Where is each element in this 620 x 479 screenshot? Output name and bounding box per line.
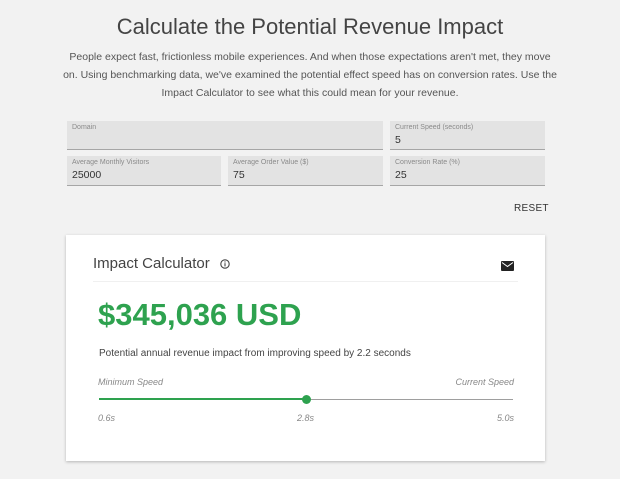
- slider-max-value: 5.0s: [496, 413, 514, 423]
- current-speed-label: Current Speed (seconds): [395, 124, 474, 131]
- mail-icon[interactable]: [501, 261, 514, 271]
- speed-slider-handle[interactable]: [301, 395, 311, 404]
- info-icon[interactable]: [220, 259, 230, 269]
- slider-current-value: 2.8s: [297, 413, 315, 423]
- revenue-amount: $345,036 USD: [98, 297, 302, 332]
- card-divider: [93, 281, 518, 282]
- monthly-visitors-label: Average Monthly Visitors: [72, 159, 150, 166]
- speed-slider-fill: [99, 398, 306, 400]
- order-value-field[interactable]: Average Order Value ($) 75: [228, 156, 383, 186]
- monthly-visitors-value: 25000: [72, 169, 102, 181]
- conversion-rate-field[interactable]: Conversion Rate (%) 25: [390, 156, 545, 186]
- domain-field[interactable]: Domain: [67, 121, 383, 150]
- impact-description: Potential annual revenue impact from imp…: [99, 348, 411, 359]
- impact-calculator-card: Impact Calculator $345,036 USD Potential…: [66, 235, 545, 461]
- current-speed-field[interactable]: Current Speed (seconds) 5: [390, 121, 545, 150]
- reset-button[interactable]: RESET: [514, 203, 549, 214]
- conversion-rate-label: Conversion Rate (%): [395, 159, 460, 166]
- intro-text: People expect fast, frictionless mobile …: [63, 51, 557, 99]
- domain-label: Domain: [72, 124, 97, 131]
- card-title: Impact Calculator: [93, 255, 210, 272]
- conversion-rate-value: 25: [395, 169, 407, 181]
- order-value-value: 75: [233, 169, 245, 181]
- current-speed-value: 5: [395, 134, 401, 146]
- monthly-visitors-field[interactable]: Average Monthly Visitors 25000: [67, 156, 221, 186]
- order-value-label: Average Order Value ($): [233, 159, 309, 166]
- minimum-speed-label: Minimum Speed: [98, 377, 164, 387]
- current-speed-slider-label: Current Speed: [455, 377, 514, 387]
- slider-min-value: 0.6s: [98, 413, 116, 423]
- page-title: Calculate the Potential Revenue Impact: [116, 14, 504, 39]
